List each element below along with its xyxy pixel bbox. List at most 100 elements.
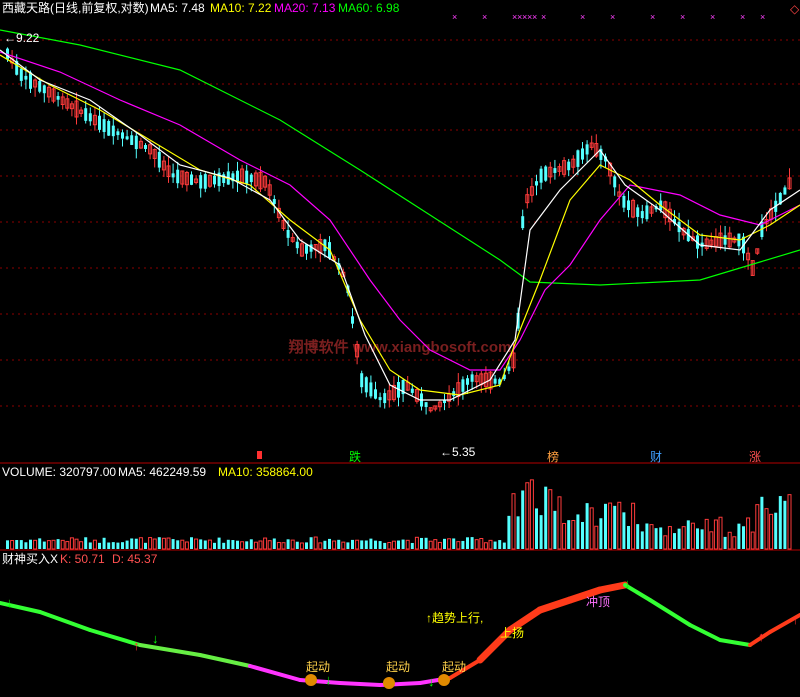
indicator-segment [38,610,92,632]
volume-bar [299,542,304,550]
volume-ma5: MA5: 462249.59 [118,465,206,479]
volume-bar [107,542,111,549]
volume-bar [290,539,295,550]
signal-cross-marker: × [541,12,546,22]
volume-bar [318,542,323,550]
volume-bar [622,512,626,549]
volume-bar [267,540,272,550]
candle-body [29,72,32,89]
volume-bar [727,531,732,550]
volume-bar [470,537,474,549]
signal-cross-marker: × [760,12,765,22]
volume-bar [258,540,263,550]
indicator-segment [138,643,202,657]
candle-body [636,207,640,217]
ma20-line [0,51,800,371]
candle-body [424,402,428,408]
volume-bar [138,537,143,550]
candle-body [383,393,387,404]
event-up-marker[interactable]: 涨 [749,449,761,464]
volume-bar [176,540,180,549]
volume-bar [673,533,676,549]
volume-bar [608,502,613,550]
volume-bar [640,531,644,549]
volume-bar [700,529,704,549]
volume-bar [521,490,525,549]
candle-body [88,113,92,122]
ma10-label: MA10: 7.22 [210,1,272,15]
volume-bar [184,541,189,550]
volume-bar [56,539,60,549]
green-down-arrow-icon: ↓ [152,631,159,646]
low-price-label: ←5.35 [440,445,476,459]
volume-bar [199,539,203,549]
volume-bar [46,540,51,550]
indicator-segment [596,581,629,594]
volume-bar [461,540,465,549]
candle-body [539,168,543,183]
start-signal-icon [305,674,317,686]
volume-bar [663,535,668,550]
volume-bar [157,537,161,549]
volume-bar [755,504,760,550]
event-rank-marker[interactable]: 榜 [547,449,559,464]
volume-bar [764,508,769,550]
candle-body [121,132,124,139]
volume-bar [437,541,442,550]
candle-body [493,378,497,384]
signal-cross-marker: × [650,12,655,22]
volume-bar [332,540,337,550]
candle-body [19,68,23,81]
candlestick-series[interactable] [6,47,792,415]
volume-bar [713,519,718,550]
event-down-marker[interactable]: 跌 [349,449,361,464]
volume-bar [529,479,534,550]
volume-bar [414,536,419,550]
candle-body [272,199,276,204]
volume-bar [355,539,360,550]
volume-bar [410,542,414,549]
volume-bar [6,540,9,549]
volume-ma10: MA10: 358864.00 [218,465,313,479]
candle-body [507,366,511,371]
volume-bar [222,542,226,549]
volume-bar [405,539,410,550]
volume-bar [351,539,354,549]
volume-bar [493,541,497,549]
volume-bar [281,542,286,550]
candle-body [102,119,106,133]
volume-bar [498,540,502,549]
stock-chart-canvas[interactable]: 翔博软件 www.xiangbosoft.com × × × × × × × × × × × × × × ×… [0,0,800,692]
volume-bar [704,518,709,550]
volume-bar [328,538,331,549]
volume-bar [718,516,723,550]
candle-body [783,187,787,195]
ma60-line [0,29,800,286]
annotation-rise: 上扬 [500,625,524,640]
volume-title: VOLUME: 320797.00 [2,465,116,479]
volume-bar [387,541,392,550]
candle-body [111,125,115,137]
event-finance-marker[interactable]: 财 [650,450,662,464]
volume-bar [599,518,603,549]
volume-bar [456,541,461,550]
volume-bar [152,538,157,550]
volume-bar [144,542,147,549]
volume-bar [571,519,576,550]
candle-body [585,144,589,155]
volume-bar [134,538,138,549]
candle-body [640,211,644,219]
volume-bar [401,539,405,549]
volume-bar [447,538,452,550]
diamond-icon[interactable]: ◇ [790,2,800,16]
volume-bars[interactable] [6,479,792,550]
candle-body [213,175,216,185]
candle-body [116,131,120,136]
stock-chart-window[interactable]: 翔博软件 www.xiangbosoft.com × × × × × × × × × × × × × × ×… [0,0,800,692]
volume-bar [245,541,249,549]
volume-bar [374,540,377,549]
indicator-title: 财神买入X [2,552,58,566]
start-signal-icon [438,674,450,686]
event-small-marker[interactable] [257,451,262,459]
indicator-segment [248,664,302,682]
